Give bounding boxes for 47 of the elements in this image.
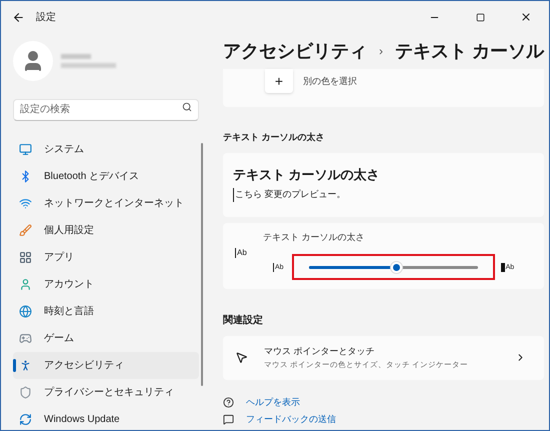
sidebar-item[interactable]: アプリ: [13, 244, 199, 271]
pointer-icon: [235, 351, 248, 364]
slider-thumb[interactable]: [390, 260, 404, 274]
link[interactable]: フィードバックの送信: [246, 413, 336, 426]
sidebar-item[interactable]: ゲーム: [13, 325, 199, 352]
sidebar-item[interactable]: Bluetooth とデバイス: [13, 163, 199, 190]
link[interactable]: ヘルプを表示: [246, 396, 300, 409]
section-heading: テキスト カーソルの太さ: [223, 131, 326, 144]
shield-icon: [19, 386, 32, 399]
sidebar-item[interactable]: アカウント: [13, 271, 199, 298]
sidebar-item[interactable]: 個人用設定: [13, 217, 199, 244]
help-icon: [223, 396, 234, 408]
breadcrumb-separator: ›: [379, 43, 383, 60]
search-field[interactable]: 設定の検索: [13, 98, 199, 120]
section-heading: 関連設定: [223, 313, 264, 328]
gamepad-icon: [19, 332, 32, 345]
sample-text: Ab: [235, 248, 247, 258]
brush-icon: [19, 224, 32, 237]
add-color-label: 別の色を選択: [303, 75, 357, 88]
preview-text: こちら 変更のプレビュー。: [233, 188, 544, 202]
slider-label: テキスト カーソルの太さ: [263, 230, 366, 244]
sidebar-item[interactable]: 時刻と言語: [13, 298, 199, 325]
sidebar-item[interactable]: システム: [13, 136, 199, 163]
sidebar-item[interactable]: ネットワークとインターネット: [13, 190, 199, 217]
blurred-account-info: [61, 54, 116, 68]
monitor-icon: [19, 143, 32, 156]
page-heading: テキスト カーソル: [395, 40, 544, 62]
accessibility-icon: [19, 359, 32, 372]
refresh-icon: [19, 413, 32, 426]
sidebar-item[interactable]: Windows Update: [13, 406, 199, 430]
close-icon[interactable]: [520, 11, 532, 23]
globe-icon: [19, 305, 32, 318]
search-icon[interactable]: [182, 102, 192, 112]
avatar: [13, 41, 53, 81]
preview-title: テキスト カーソルの太さ: [233, 166, 381, 184]
sidebar-item[interactable]: アクセシビリティ: [13, 352, 199, 379]
bluetooth-icon: [19, 170, 32, 183]
person-icon: [19, 278, 32, 291]
back-icon[interactable]: [12, 10, 25, 24]
window-title: 設定: [36, 10, 56, 24]
item-title: マウス ポインターとタッチ: [264, 345, 376, 358]
sidebar-item[interactable]: プライバシーとセキュリティ: [13, 379, 199, 406]
maximize-icon[interactable]: [476, 12, 484, 22]
page-heading: アクセシビリティ: [223, 40, 367, 62]
feedback-icon: [223, 414, 234, 426]
add-color-button[interactable]: +: [265, 69, 293, 93]
apps-icon: [19, 251, 32, 264]
